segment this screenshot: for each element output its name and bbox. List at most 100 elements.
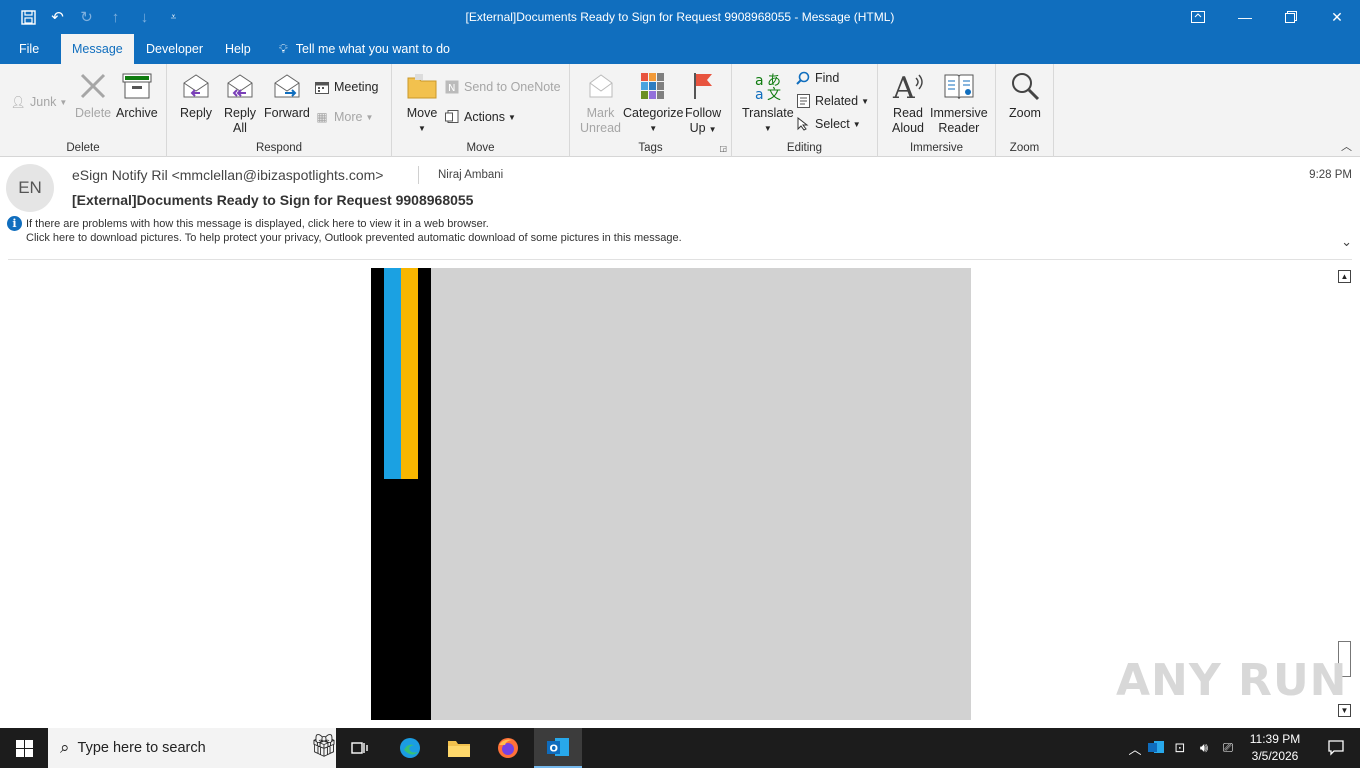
delete-group: 👤︎ Junk ▼ Delete Archive Delete xyxy=(0,64,167,157)
windows-start-icon[interactable] xyxy=(0,728,48,768)
translate-button[interactable]: aあa文 Translate ▼ xyxy=(742,68,794,136)
mark-unread-button[interactable]: Mark Unread xyxy=(580,68,621,136)
svg-text:N: N xyxy=(448,83,455,94)
redo-icon[interactable]: ↻ xyxy=(72,0,101,34)
more-respond-button[interactable]: ▦ More ▼ xyxy=(314,107,373,127)
tab-help[interactable]: Help xyxy=(214,34,262,64)
undo-icon[interactable]: ↶ xyxy=(43,0,72,34)
categorize-icon xyxy=(636,68,670,104)
immersive-reader-button[interactable]: Immersive Reader xyxy=(930,68,988,136)
svg-text:O: O xyxy=(550,744,559,755)
categorize-button[interactable]: Categorize ▼ xyxy=(623,68,683,136)
junk-button[interactable]: 👤︎ Junk ▼ xyxy=(10,92,67,112)
svg-text:文: 文 xyxy=(767,87,781,101)
calendar-icon xyxy=(314,79,330,95)
message-subject: [External]Documents Ready to Sign for Re… xyxy=(72,192,474,208)
avatar[interactable]: EN xyxy=(6,164,54,212)
tray-chevron-icon[interactable]: ︿ xyxy=(1126,739,1144,758)
tab-developer[interactable]: Developer xyxy=(135,34,214,64)
search-icon xyxy=(795,70,811,86)
infobar-download-pictures[interactable]: Click here to download pictures. To help… xyxy=(26,232,682,244)
notifications-icon[interactable] xyxy=(1312,728,1360,768)
zoom-button[interactable]: Zoom xyxy=(1008,68,1042,121)
ribbon-display-icon[interactable] xyxy=(1175,0,1221,34)
cursor-icon xyxy=(795,116,811,132)
tell-me-box[interactable]: 💡︎ Tell me what you want to do xyxy=(268,34,461,64)
arrow-down-icon[interactable]: ↓ xyxy=(130,0,159,34)
quick-access-toolbar: ↶ ↻ ↑ ↓ ⩡ xyxy=(0,0,188,34)
save-icon[interactable] xyxy=(14,0,43,34)
edge-icon[interactable] xyxy=(386,728,434,768)
zoom-group: Zoom Zoom xyxy=(996,64,1054,157)
find-button[interactable]: Find xyxy=(795,68,839,88)
reply-button[interactable]: Reply xyxy=(179,68,213,121)
tray-device-icon[interactable]: ⊡ xyxy=(1168,740,1192,756)
actions-icon xyxy=(444,109,460,125)
tags-dialog-launcher-icon[interactable]: ◲ xyxy=(719,144,727,153)
meeting-button[interactable]: Meeting xyxy=(314,77,378,97)
move-group: Move ▼ N Send to OneNote Actions ▼ Move xyxy=(392,64,570,157)
read-aloud-button[interactable]: A Read Aloud xyxy=(891,68,925,136)
blocked-image-placeholder[interactable] xyxy=(431,268,971,720)
email-orange-stripe xyxy=(401,268,418,479)
taskbar-search-box[interactable]: ⌕ Type here to search 🎁︎ xyxy=(48,728,338,768)
expand-header-icon[interactable]: ⌄ xyxy=(1341,234,1352,250)
tell-me-label: Tell me what you want to do xyxy=(295,42,451,56)
watermark: ANY RUN xyxy=(1116,655,1348,706)
delete-group-label: Delete xyxy=(66,142,100,154)
folder-move-icon xyxy=(405,68,439,104)
tab-message[interactable]: Message xyxy=(61,34,134,64)
zoom-group-label: Zoom xyxy=(1009,142,1040,154)
recipient[interactable]: Niraj Ambani xyxy=(438,169,503,181)
archive-icon xyxy=(120,68,154,104)
immersive-group-label: Immersive xyxy=(909,142,964,154)
scroll-up-icon[interactable]: ▲ xyxy=(1338,270,1351,283)
customize-icon[interactable]: ⩡ xyxy=(159,0,188,34)
infobar-web-view[interactable]: If there are problems with how this mess… xyxy=(26,218,489,230)
tags-group: Mark Unread Categorize ▼ Follow Up ▼ Tags… xyxy=(570,64,732,157)
respond-group-label: Respond xyxy=(255,142,303,154)
volume-icon[interactable]: 🔊︎ xyxy=(1192,740,1216,756)
more-icon: ▦ xyxy=(316,110,328,124)
respond-group: Reply Reply All Forward Meeting ▦ More ▼ R… xyxy=(167,64,392,157)
firefox-icon[interactable] xyxy=(484,728,532,768)
sender[interactable]: eSign Notify Ril <mmclellan@ibizaspotlig… xyxy=(72,167,383,183)
reply-all-button[interactable]: Reply All xyxy=(223,68,257,136)
gifts-icon: 🎁︎ xyxy=(310,733,338,758)
junk-icon: 👤︎ xyxy=(10,95,26,109)
tab-file[interactable]: File xyxy=(8,34,50,64)
flag-icon xyxy=(686,68,720,104)
file-explorer-icon[interactable] xyxy=(435,728,483,768)
tray-outlook-icon[interactable] xyxy=(1144,740,1168,757)
recipient-divider xyxy=(418,166,419,184)
forward-button[interactable]: Forward xyxy=(264,68,310,121)
restore-icon[interactable] xyxy=(1268,0,1314,34)
clock-time: 11:39 PM xyxy=(1249,732,1301,746)
vertical-scrollbar[interactable]: ▲ ▼ xyxy=(1336,268,1353,720)
delete-icon xyxy=(76,68,110,104)
clock-date: 3/5/2026 xyxy=(1251,749,1299,763)
read-aloud-icon: A xyxy=(891,68,925,104)
collapse-ribbon-icon[interactable]: ︿ xyxy=(1341,138,1352,154)
search-icon: ⌕ xyxy=(60,738,70,757)
svg-text:a: a xyxy=(755,87,764,101)
close-icon[interactable]: ✕ xyxy=(1314,0,1360,34)
arrow-up-icon[interactable]: ↑ xyxy=(101,0,130,34)
archive-button[interactable]: Archive xyxy=(116,68,158,121)
forward-icon xyxy=(270,68,304,104)
follow-up-button[interactable]: Follow Up ▼ xyxy=(685,68,721,137)
select-button[interactable]: Select ▼ xyxy=(795,114,861,134)
outlook-taskbar-icon[interactable]: O xyxy=(534,728,582,768)
minimize-icon[interactable]: — xyxy=(1222,0,1268,34)
task-view-icon[interactable] xyxy=(336,728,384,768)
send-to-onenote-button[interactable]: N Send to OneNote xyxy=(444,77,561,97)
move-button[interactable]: Move ▼ xyxy=(405,68,439,136)
related-button[interactable]: Related ▼ xyxy=(795,91,869,111)
move-group-label: Move xyxy=(466,142,495,154)
actions-button[interactable]: Actions ▼ xyxy=(444,107,516,127)
ribbon: 👤︎ Junk ▼ Delete Archive Delete Reply Re… xyxy=(0,64,1360,157)
editing-group-label: Editing xyxy=(786,142,823,154)
taskbar-clock[interactable]: 11:39 PM 3/5/2026 xyxy=(1240,731,1310,765)
network-icon[interactable]: ⎚ xyxy=(1216,740,1240,756)
delete-button[interactable]: Delete xyxy=(75,68,111,121)
